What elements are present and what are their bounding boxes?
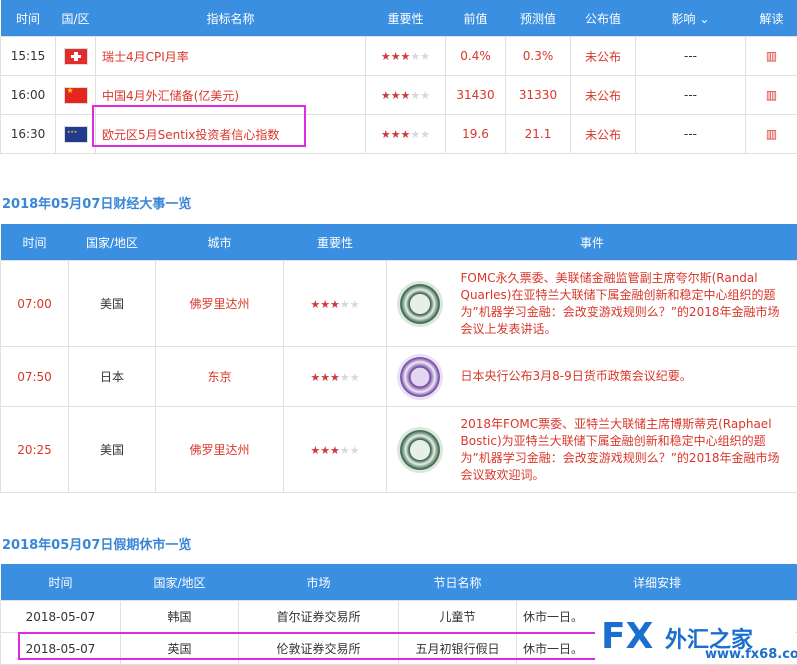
holiday-date: 2018-05-07 — [1, 601, 121, 633]
col-market: 市场 — [239, 564, 399, 601]
importance-stars: ★★★★★ — [366, 37, 446, 76]
indicator-link[interactable]: 中国4月外汇储备(亿美元) — [96, 76, 366, 115]
holiday-market: 伦敦证券交易所 — [239, 633, 399, 665]
col-indicator: 指标名称 — [96, 0, 366, 37]
prev-value: 0.4% — [446, 37, 506, 76]
col-country: 国家/地区 — [69, 224, 156, 261]
switzerland-flag-icon — [64, 48, 88, 65]
event-country: 日本 — [69, 347, 156, 407]
holidays-section-title: 2018年05月07日假期休市一览 — [2, 534, 191, 553]
site-url: www.fx68.com — [705, 647, 797, 662]
impact-value: --- — [636, 76, 746, 115]
events-table: 时间 国家/地区 城市 重要性 事件 07:00 美国 佛罗里达州 ★★★★★ … — [0, 224, 797, 493]
events-section-title: 2018年05月07日财经大事一览 — [2, 193, 191, 212]
col-country: 国家/地区 — [121, 564, 239, 601]
holiday-date: 2018-05-07 — [1, 633, 121, 665]
col-prev: 前值 — [446, 0, 506, 37]
actual-value: 未公布 — [571, 115, 636, 154]
col-region: 国/区 — [56, 0, 96, 37]
holiday-name: 儿童节 — [399, 601, 517, 633]
event-city: 佛罗里达州 — [156, 407, 284, 493]
row-time: 16:30 — [1, 115, 56, 154]
importance-stars: ★★★★★ — [366, 76, 446, 115]
event-time: 20:25 — [1, 407, 69, 493]
actual-value: 未公布 — [571, 76, 636, 115]
actual-value: 未公布 — [571, 37, 636, 76]
forecast-value: 0.3% — [506, 37, 571, 76]
holiday-market: 首尔证券交易所 — [239, 601, 399, 633]
boj-seal-icon — [397, 354, 443, 400]
col-actual: 公布值 — [571, 0, 636, 37]
col-event: 事件 — [387, 224, 797, 261]
event-city: 佛罗里达州 — [156, 261, 284, 347]
event-text: 2018年FOMC票委、亚特兰大联储主席博斯蒂克(Raphael Bostic)… — [453, 407, 797, 493]
fx68-watermark: FX 外汇之家 www.fx68.com — [595, 614, 795, 664]
prev-value: 19.6 — [446, 115, 506, 154]
bar-chart-icon[interactable]: ▥ — [766, 127, 777, 141]
col-impact[interactable]: 影响 ⌄ — [636, 0, 746, 37]
prev-value: 31430 — [446, 76, 506, 115]
chevron-down-icon[interactable]: ⌄ — [699, 12, 709, 26]
col-time: 时间 — [1, 224, 69, 261]
indicator-table: 时间 国/区 指标名称 重要性 前值 预测值 公布值 影响 ⌄ 解读 15:15… — [0, 0, 797, 154]
impact-value: --- — [636, 115, 746, 154]
event-time: 07:50 — [1, 347, 69, 407]
col-importance: 重要性 — [366, 0, 446, 37]
row-time: 15:15 — [1, 37, 56, 76]
col-date: 时间 — [1, 564, 121, 601]
indicator-link[interactable]: 瑞士4月CPI月率 — [96, 37, 366, 76]
forecast-value: 21.1 — [506, 115, 571, 154]
fed-seal-icon — [397, 427, 443, 473]
importance-stars: ★★★★★ — [284, 347, 387, 407]
event-city: 东京 — [156, 347, 284, 407]
table-row: 16:30 欧元区5月Sentix投资者信心指数 ★★★★★ 19.6 21.1… — [1, 115, 797, 154]
indicator-link[interactable]: 欧元区5月Sentix投资者信心指数 — [96, 115, 366, 154]
fed-seal-icon — [397, 281, 443, 327]
table-row: 15:15 瑞士4月CPI月率 ★★★★★ 0.4% 0.3% 未公布 --- … — [1, 37, 797, 76]
bar-chart-icon[interactable]: ▥ — [766, 49, 777, 63]
event-country: 美国 — [69, 407, 156, 493]
col-detail: 详细安排 — [517, 564, 797, 601]
holiday-country: 英国 — [121, 633, 239, 665]
impact-value: --- — [636, 37, 746, 76]
holiday-country: 韩国 — [121, 601, 239, 633]
col-city: 城市 — [156, 224, 284, 261]
event-time: 07:00 — [1, 261, 69, 347]
importance-stars: ★★★★★ — [366, 115, 446, 154]
col-forecast: 预测值 — [506, 0, 571, 37]
table-row: 20:25 美国 佛罗里达州 ★★★★★ 2018年FOMC票委、亚特兰大联储主… — [1, 407, 797, 493]
row-time: 16:00 — [1, 76, 56, 115]
table-row: 16:00 中国4月外汇储备(亿美元) ★★★★★ 31430 31330 未公… — [1, 76, 797, 115]
col-time: 时间 — [1, 0, 56, 37]
forecast-value: 31330 — [506, 76, 571, 115]
eu-flag-icon — [64, 126, 88, 143]
importance-stars: ★★★★★ — [284, 261, 387, 347]
col-interpret: 解读 — [746, 0, 797, 37]
col-holiday: 节日名称 — [399, 564, 517, 601]
event-text: 日本央行公布3月8-9日货币政策会议纪要。 — [453, 347, 797, 407]
indicator-header-row: 时间 国/区 指标名称 重要性 前值 预测值 公布值 影响 ⌄ 解读 — [1, 0, 797, 37]
china-flag-icon — [64, 87, 88, 104]
table-row: 07:50 日本 东京 ★★★★★ 日本央行公布3月8-9日货币政策会议纪要。 — [1, 347, 797, 407]
event-text: FOMC永久票委、美联储金融监管副主席夸尔斯(Randal Quarles)在亚… — [453, 261, 797, 347]
events-header-row: 时间 国家/地区 城市 重要性 事件 — [1, 224, 797, 261]
table-row: 07:00 美国 佛罗里达州 ★★★★★ FOMC永久票委、美联储金融监管副主席… — [1, 261, 797, 347]
importance-stars: ★★★★★ — [284, 407, 387, 493]
event-country: 美国 — [69, 261, 156, 347]
fx-logo: FX — [601, 616, 653, 657]
impact-label: 影响 — [672, 12, 696, 26]
holidays-header-row: 时间 国家/地区 市场 节日名称 详细安排 — [1, 564, 797, 601]
holiday-name: 五月初银行假日 — [399, 633, 517, 665]
bar-chart-icon[interactable]: ▥ — [766, 88, 777, 102]
col-importance: 重要性 — [284, 224, 387, 261]
